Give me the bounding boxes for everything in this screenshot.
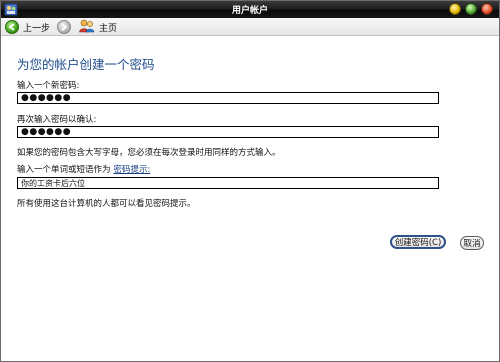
confirm-password-field[interactable] [17, 126, 439, 138]
back-button-label: 上一步 [23, 23, 51, 34]
close-button[interactable] [481, 3, 493, 15]
caps-lock-note: 如果您的密码包含大写字母，您必须在每次登录时用同样的方式输入。 [17, 148, 281, 158]
content-area: 为您的帐户创建一个密码 输入一个新密码: 再次输入密码以确认: 如果您的密码包含… [1, 37, 499, 361]
password-hint-label-text: 输入一个单词或短语作为 [17, 165, 111, 175]
cancel-button[interactable]: 取消 [460, 236, 484, 250]
title-bar[interactable]: 用户帐户 [1, 1, 499, 18]
minimize-button[interactable] [449, 3, 461, 15]
password-hint-link[interactable]: 密码提示: [114, 165, 151, 175]
new-password-field[interactable] [17, 92, 439, 104]
home-button[interactable]: 主页 [79, 19, 118, 36]
navigation-bar: 上一步 主页 [1, 18, 499, 36]
forward-button[interactable] [57, 20, 71, 34]
back-arrow-icon [5, 20, 19, 34]
forward-arrow-icon [57, 20, 71, 34]
window-title: 用户帐户 [231, 6, 268, 16]
page-title: 为您的帐户创建一个密码 [17, 57, 155, 72]
confirm-password-label: 再次输入密码以确认: [17, 115, 97, 125]
create-password-button[interactable]: 创建密码(C) [390, 235, 446, 249]
maximize-button[interactable] [465, 3, 477, 15]
new-password-label: 输入一个新密码: [17, 81, 80, 91]
users-home-icon [79, 19, 95, 36]
password-hint-label: 输入一个单词或短语作为 密码提示: [17, 163, 150, 175]
user-accounts-window: 用户帐户 上一步 主页 为您的帐户创建一个密码 输入一个新密码: ●●●●●● … [0, 0, 500, 362]
back-button[interactable]: 上一步 [5, 20, 50, 34]
home-button-label: 主页 [99, 23, 118, 34]
password-hint-field[interactable] [17, 177, 439, 189]
hint-visibility-note: 所有使用这台计算机的人都可以看见密码提示。 [17, 199, 196, 209]
